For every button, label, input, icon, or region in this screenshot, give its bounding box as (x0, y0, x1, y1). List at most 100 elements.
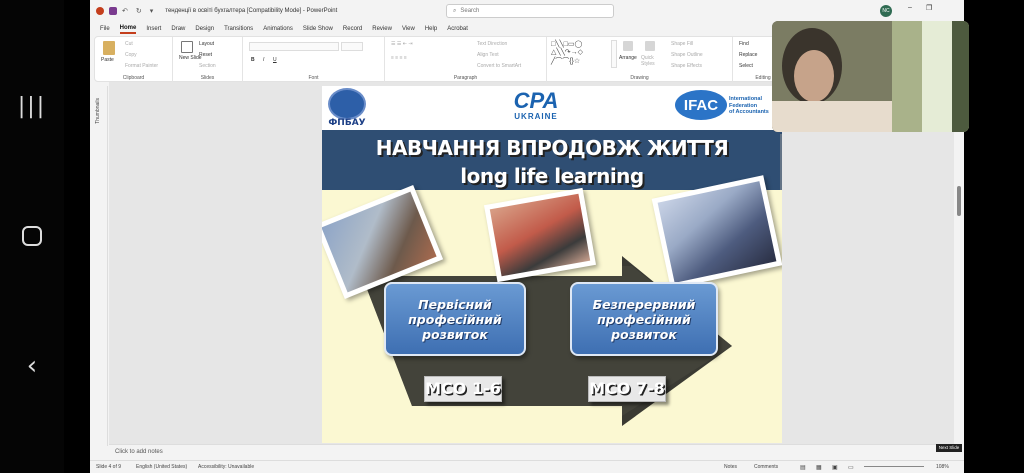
ifac-logo-name: International Federation of Accountants (729, 96, 769, 116)
section-button[interactable]: Section (199, 63, 216, 69)
slide-counter: Slide 4 of 9 (96, 464, 122, 470)
tab-acrobat[interactable]: Acrobat (447, 26, 468, 32)
accessibility-status[interactable]: Accessibility: Unavailable (198, 464, 254, 470)
tab-draw[interactable]: Draw (171, 26, 185, 32)
ifac-logo: IFAC International Federation of Account… (675, 90, 775, 122)
search-placeholder: Search (460, 8, 480, 14)
comments-button[interactable]: Comments (754, 464, 778, 470)
tab-slide-show[interactable]: Slide Show (303, 26, 333, 32)
continuous-development-box: Безперервний професійний розвиток (570, 282, 718, 356)
box-left-line-1: Первісний (418, 296, 492, 312)
layout-button[interactable]: Layout (199, 41, 214, 47)
ifac-logo-text: IFAC (675, 90, 727, 120)
paragraph-group: Text Direction Align Text Convert to Sma… (385, 37, 547, 83)
align-text-button[interactable]: Align Text (477, 52, 499, 58)
reset-button[interactable]: Reset (199, 52, 212, 58)
convert-smartart-button[interactable]: Convert to SmartArt (477, 63, 521, 69)
tab-help[interactable]: Help (425, 26, 437, 32)
undo-icon[interactable]: ↶ (122, 7, 128, 15)
back-icon[interactable]: ‹ (18, 351, 46, 381)
shape-effects-button[interactable]: Shape Effects (671, 63, 702, 69)
slide[interactable]: ФПБАУ CPA UKRAINE IFAC International Fed… (322, 86, 782, 443)
font-size-field[interactable] (341, 42, 363, 51)
tab-animations[interactable]: Animations (263, 26, 293, 32)
normal-view-icon[interactable]: ▤ (800, 464, 806, 471)
drawing-label: Drawing (630, 75, 649, 81)
bullets-icon[interactable]: ☰ ☰ ⇤ ⇥ (391, 41, 413, 47)
format-painter-button[interactable]: Format Painter (125, 63, 158, 69)
powerpoint-icon (96, 7, 104, 15)
tab-review[interactable]: Review (372, 26, 392, 32)
save-icon[interactable] (109, 7, 117, 15)
font-group: B I U Font (243, 37, 385, 83)
next-slide-tooltip: Next Slide (936, 444, 962, 452)
shape-fill-button[interactable]: Shape Fill (671, 41, 693, 47)
shapes-gallery[interactable]: □╲╲□▭◯ △╲╲↷→◇ ╱⌒⌒{}☆ (551, 40, 583, 66)
find-button[interactable]: Find (739, 41, 749, 47)
underline-button[interactable]: U (273, 57, 277, 63)
customize-toolbar-icon[interactable]: ▾ (150, 7, 154, 15)
slide-canvas: ФПБАУ CPA UKRAINE IFAC International Fed… (109, 82, 954, 444)
initial-development-box: Первісний професійний розвиток (384, 282, 526, 356)
tab-design[interactable]: Design (195, 26, 214, 32)
minimize-icon[interactable]: – (908, 4, 912, 11)
slide-sorter-icon[interactable]: ▦ (816, 464, 822, 471)
paste-button[interactable]: Paste (101, 57, 114, 63)
document-title: тенденції в освіті бухгалтера [Compatibi… (165, 8, 338, 14)
language-indicator[interactable]: English (United States) (136, 464, 187, 470)
arrange-button[interactable]: Arrange (619, 55, 637, 61)
mco-7-8-label: МСО 7-8 (588, 376, 666, 402)
screen: ||| ‹ ↶ ↻ ▾ тенденції в освіті бухгалтер… (0, 0, 1024, 473)
zoom-slider[interactable] (864, 466, 924, 467)
reading-view-icon[interactable]: ▣ (832, 464, 838, 471)
tab-file[interactable]: File (100, 26, 110, 32)
right-edge (964, 0, 1024, 473)
redo-icon[interactable]: ↻ (136, 7, 142, 15)
replace-button[interactable]: Replace (739, 52, 757, 58)
select-button[interactable]: Select (739, 63, 753, 69)
text-direction-button[interactable]: Text Direction (477, 41, 507, 47)
arrange-icon[interactable] (623, 41, 633, 51)
slide-title-ua: НАВЧАННЯ ВПРОДОВЖ ЖИТТЯ (375, 136, 729, 160)
tab-record[interactable]: Record (343, 26, 362, 32)
bold-button[interactable]: B (251, 57, 255, 63)
font-name-field[interactable] (249, 42, 339, 51)
recents-icon[interactable]: ||| (18, 92, 46, 120)
search-input[interactable]: ⌕ Search (446, 4, 614, 18)
webcam-feed-image (772, 21, 969, 132)
drawing-group: □╲╲□▭◯ △╲╲↷→◇ ╱⌒⌒{}☆ Arrange Quick Styles … (547, 37, 733, 83)
font-label: Font (308, 75, 319, 81)
notes-button[interactable]: Notes (724, 464, 737, 470)
user-avatar[interactable]: NC (880, 5, 892, 17)
quick-styles-button[interactable]: Quick Styles (641, 55, 661, 67)
tab-insert[interactable]: Insert (146, 26, 161, 32)
webcam-overlay[interactable] (772, 21, 969, 132)
search-icon: ⌕ (453, 7, 457, 14)
notes-pane[interactable]: Click to add notes (109, 444, 954, 458)
copy-button[interactable]: Copy (125, 52, 137, 58)
slideshow-view-icon[interactable]: ▭ (848, 464, 854, 471)
new-slide-icon[interactable] (181, 41, 193, 53)
align-icon[interactable]: ≡ ≡ ≡ ≡ (391, 55, 407, 61)
shapes-scroll[interactable] (611, 40, 617, 68)
italic-button[interactable]: I (263, 57, 264, 63)
scrollbar-thumb[interactable] (957, 186, 961, 216)
tab-home[interactable]: Home (119, 25, 137, 34)
shape-outline-button[interactable]: Shape Outline (671, 52, 703, 58)
finish-line-image (489, 193, 591, 277)
quick-styles-icon[interactable] (645, 41, 655, 51)
cut-button[interactable]: Cut (125, 41, 133, 47)
tab-transitions[interactable]: Transitions (224, 26, 253, 32)
home-icon[interactable] (18, 222, 46, 250)
restore-icon[interactable]: ❐ (926, 4, 932, 12)
graduate-image (657, 181, 777, 283)
thumbnails-label: Thumbnails (95, 98, 101, 124)
android-nav-bar: ||| ‹ (0, 0, 64, 473)
tab-view[interactable]: View (402, 26, 415, 32)
slides-label: Slides (200, 75, 215, 81)
thumbnails-pane[interactable]: Thumbnails (92, 86, 108, 446)
zoom-level[interactable]: 108% (936, 464, 949, 470)
vertical-scrollbar[interactable] (956, 86, 962, 436)
box-left-line-3: розвиток (422, 326, 488, 342)
paste-icon[interactable] (103, 41, 115, 55)
